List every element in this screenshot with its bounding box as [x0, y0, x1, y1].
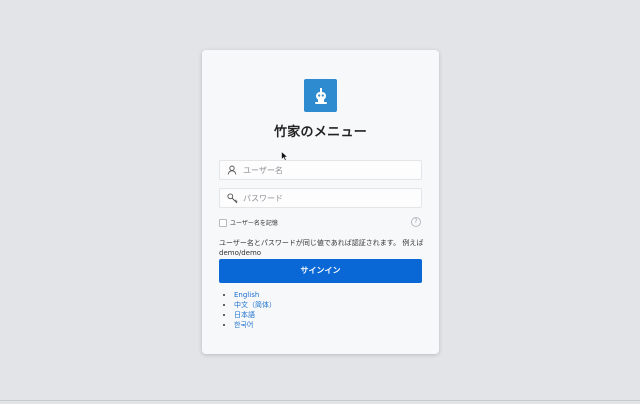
page-bottom-divider [0, 400, 640, 401]
remember-username[interactable]: ユーザー名を記憶 [219, 218, 278, 227]
language-link-korean[interactable]: 한국어 [234, 321, 253, 329]
language-link-english[interactable]: English [234, 291, 259, 299]
list-item: 中文（简体） [234, 300, 276, 310]
key-icon [224, 190, 240, 206]
robot-icon [304, 79, 337, 112]
help-icon[interactable]: ? [411, 217, 421, 227]
remember-label: ユーザー名を記憶 [230, 220, 278, 227]
mouse-cursor-icon [281, 147, 289, 166]
language-link-japanese[interactable]: 日本語 [234, 311, 255, 319]
username-field[interactable] [219, 160, 422, 180]
remember-checkbox[interactable] [219, 218, 227, 227]
list-item: 日本語 [234, 310, 276, 320]
signin-button[interactable]: サインイン [219, 259, 422, 283]
password-field[interactable] [219, 188, 422, 208]
password-input[interactable] [240, 189, 421, 207]
page-title: 竹家のメニュー [273, 125, 368, 140]
username-input[interactable] [240, 161, 421, 179]
list-item: 한국어 [234, 320, 276, 330]
list-item: English [234, 290, 276, 300]
user-icon [224, 162, 240, 178]
language-list: English 中文（简体） 日本語 한국어 [228, 290, 276, 330]
login-card: 竹家のメニュー ユーザー名を記憶 ? ユーザー名とパスワードが同じ値であれば認証… [202, 50, 439, 354]
language-link-chinese[interactable]: 中文（简体） [234, 301, 276, 309]
login-hint: ユーザー名とパスワードが同じ値であれば認証されます。 例えば demo/demo [219, 239, 424, 257]
